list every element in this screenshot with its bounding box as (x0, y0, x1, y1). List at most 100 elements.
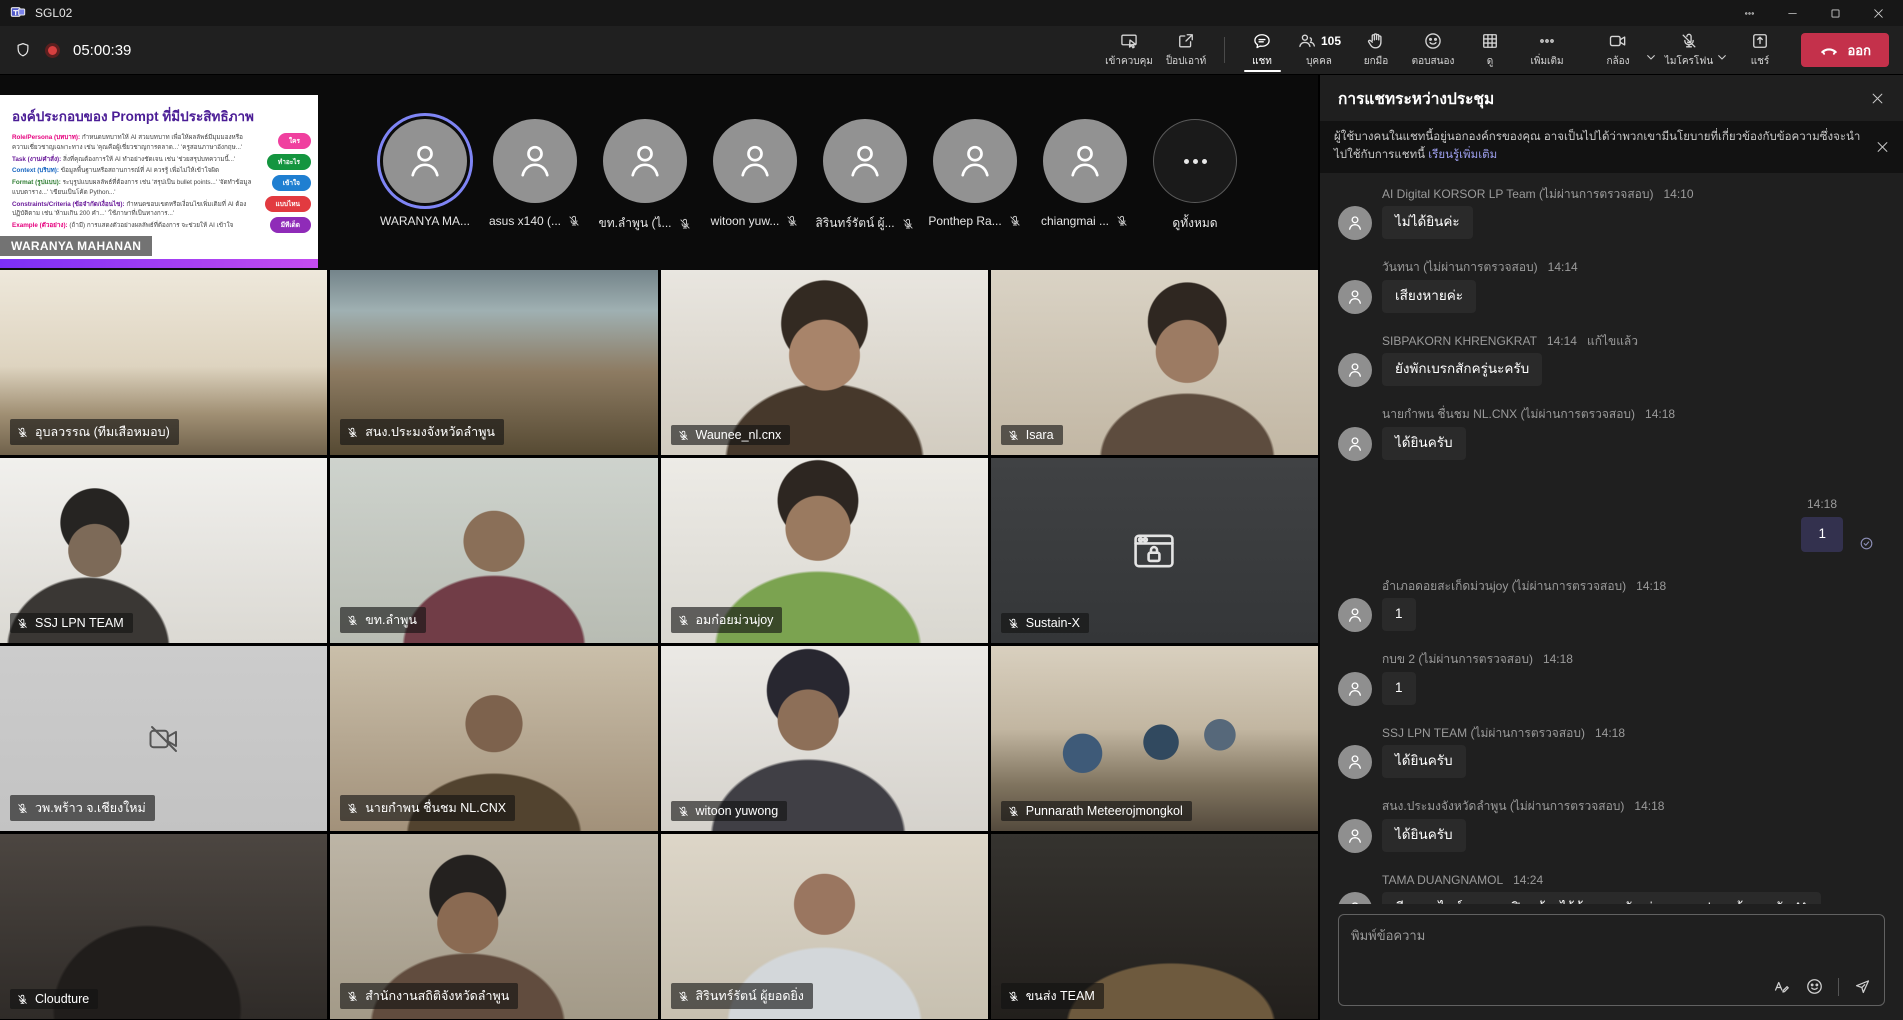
tile-name-chip: Waunee_nl.cnx (671, 425, 791, 445)
share-tray-icon (1750, 31, 1770, 51)
avatar (603, 119, 687, 203)
video-tile[interactable]: สนง.ประมงจังหวัดลำพูน (330, 270, 657, 455)
video-tile[interactable]: Waunee_nl.cnx (661, 270, 988, 455)
chat-button[interactable]: แชท (1234, 26, 1291, 74)
tile-name-chip: วพ.พร้าว จ.เชียงใหม่ (10, 795, 155, 821)
video-tile[interactable]: SSJ LPN TEAM (0, 458, 327, 643)
participant-name: witoon yuw... (711, 214, 780, 228)
slide-pill-list: ใครทำอะไรเข้าใจแบบไหนมีทีเด็ด (265, 133, 311, 233)
popout-button[interactable]: ป็อปเอาท์ (1158, 26, 1215, 74)
slide-pill: แบบไหน (265, 196, 311, 212)
message-time: 14:18 (1543, 652, 1573, 668)
emoji-picker-icon[interactable] (1805, 977, 1824, 996)
presenter-name-tag: WARANYA MAHANAN (0, 236, 152, 256)
mic-muted-icon (1007, 990, 1020, 1003)
raise-hand-icon (1366, 31, 1386, 51)
mic-muted-icon (785, 214, 799, 228)
tile-participant-name: นายกำพน ชื่นชม NL.CNX (365, 798, 506, 818)
take-control-button[interactable]: เข้าควบคุม (1101, 26, 1158, 74)
tile-name-chip: ขนส่ง TEAM (1001, 983, 1104, 1009)
participant-avatar-item[interactable]: สิรินทร์รัตน์ ผู้... (822, 119, 908, 233)
chat-message: AI Digital KORSOR LP Team (ไม่ผ่านการตรว… (1338, 187, 1885, 248)
share-button[interactable]: แชร์ (1732, 26, 1789, 74)
person-icon (1345, 899, 1365, 904)
chat-close-button[interactable] (1870, 91, 1885, 106)
learn-more-link[interactable]: เรียนรู้เพิ่มเติม (1428, 149, 1497, 161)
video-grid: อุบลวรรณ (ทีมเสือหมอบ) สนง.ประมงจังหวัดล… (0, 270, 1318, 1020)
participant-avatar-item[interactable]: witoon yuw... (712, 119, 798, 233)
video-tile[interactable]: ขท.ลำพูน (330, 458, 657, 643)
react-button[interactable]: ตอบสนอง (1405, 26, 1462, 74)
participant-avatar-item[interactable]: Ponthep Ra... (932, 119, 1018, 233)
mic-muted-icon (1679, 31, 1699, 51)
chat-message: อำเภอดอยสะเก็ดม่วนjoy (ไม่ผ่านการตรวจสอบ… (1338, 579, 1885, 640)
window-minimize-button[interactable] (1786, 7, 1799, 20)
person-icon (1345, 826, 1365, 846)
video-tile[interactable]: Cloudture (0, 834, 327, 1019)
view-all-button[interactable]: ดูทั้งหมด (1152, 119, 1238, 233)
video-tile[interactable]: วพ.พร้าว จ.เชียงใหม่ (0, 646, 327, 831)
view-button[interactable]: ดู (1462, 26, 1519, 74)
message-author: AI Digital KORSOR LP Team (ไม่ผ่านการตรว… (1382, 187, 1653, 203)
participant-avatar-item[interactable]: WARANYA MA... (382, 119, 468, 233)
smiley-icon (1423, 31, 1443, 51)
chat-message: วันทนา (ไม่ผ่านการตรวจสอบ) 14:14 เสียงหา… (1338, 260, 1885, 321)
microphone-button[interactable]: ไมโครโฟน (1661, 26, 1718, 74)
slide-pill: ทำอะไร (267, 154, 311, 170)
people-label: บุคคล (1306, 54, 1332, 69)
mic-muted-icon (16, 426, 29, 439)
leave-meeting-button[interactable]: ออก (1801, 33, 1890, 67)
window-more-button[interactable] (1743, 7, 1756, 20)
video-tile[interactable]: witoon yuwong (661, 646, 988, 831)
person-icon (1345, 679, 1365, 699)
message-time: 14:18 (1807, 497, 1837, 513)
video-tile[interactable]: อมก๋อยม่วนjoy (661, 458, 988, 643)
participant-avatar-item[interactable]: asus x140 (... (492, 119, 578, 233)
slide-bullet-list: Role/Persona (บทบาท): กำหนดบทบาทให้ AI ส… (12, 133, 254, 231)
people-button[interactable]: 105 บุคคล (1291, 26, 1348, 74)
shared-screen-thumbnail[interactable]: องค์ประกอบของ Prompt ที่มีประสิทธิภาพ Ro… (0, 95, 318, 268)
slide-bullet: Constraints/Criteria (ข้อจำกัด/เงื่อนไข)… (12, 200, 254, 220)
participant-avatar-item[interactable]: chiangmai ... (1042, 119, 1128, 233)
participant-avatar-item[interactable]: ขท.ลำพูน (ไ... (602, 119, 688, 233)
raise-hand-button[interactable]: ยกมือ (1348, 26, 1405, 74)
tile-participant-name: Isara (1026, 428, 1054, 442)
participant-name: asus x140 (... (489, 214, 561, 228)
avatar (1338, 427, 1372, 461)
mic-muted-icon (16, 802, 29, 815)
avatar (1338, 353, 1372, 387)
avatar (933, 119, 1017, 203)
camera-button[interactable]: กล้อง (1590, 26, 1647, 74)
message-time: 14:14 (1548, 260, 1578, 276)
message-input[interactable] (1339, 915, 1884, 975)
window-close-button[interactable] (1872, 7, 1885, 20)
more-options-button[interactable]: เพิ่มเติม (1519, 26, 1576, 74)
security-shield-icon (14, 41, 32, 59)
video-tile[interactable]: ขนส่ง TEAM (991, 834, 1318, 1019)
video-tile[interactable]: สิรินทร์รัตน์ ผู้ยอดยิ่ง (661, 834, 988, 1019)
participant-name: Ponthep Ra... (928, 214, 1001, 228)
chat-bubble-icon (1252, 31, 1272, 51)
window-maximize-button[interactable] (1829, 7, 1842, 20)
video-tile[interactable]: สำนักงานสถิติจังหวัดลำพูน (330, 834, 657, 1019)
format-pen-icon[interactable] (1772, 977, 1791, 996)
camera-icon (1608, 31, 1628, 51)
tile-name-chip: Isara (1001, 425, 1063, 445)
video-tile[interactable]: Punnarath Meteerojmongkol (991, 646, 1318, 831)
video-tile[interactable]: อุบลวรรณ (ทีมเสือหมอบ) (0, 270, 327, 455)
notice-close-button[interactable] (1875, 139, 1890, 154)
mic-muted-icon (1007, 617, 1020, 630)
video-tile[interactable]: Isara (991, 270, 1318, 455)
take-control-label: เข้าควบคุม (1105, 54, 1153, 69)
video-tile[interactable]: Sustain-X (991, 458, 1318, 643)
chat-message-list: AI Digital KORSOR LP Team (ไม่ผ่านการตรว… (1320, 173, 1903, 904)
microphone-label: ไมโครโฟน (1665, 54, 1713, 69)
meeting-toolbar: 05:00:39 เข้าควบคุม ป็อปเอาท์ แชท 105 บุ… (0, 26, 1903, 75)
monitor-cursor-icon (1119, 31, 1139, 51)
send-message-icon[interactable] (1853, 977, 1872, 996)
tile-name-chip: witoon yuwong (671, 801, 788, 821)
video-tile[interactable]: นายกำพน ชื่นชม NL.CNX (330, 646, 657, 831)
tile-participant-name: Punnarath Meteerojmongkol (1026, 804, 1183, 818)
message-author: กบข 2 (ไม่ผ่านการตรวจสอบ) (1382, 652, 1533, 668)
mic-muted-icon (901, 217, 915, 231)
